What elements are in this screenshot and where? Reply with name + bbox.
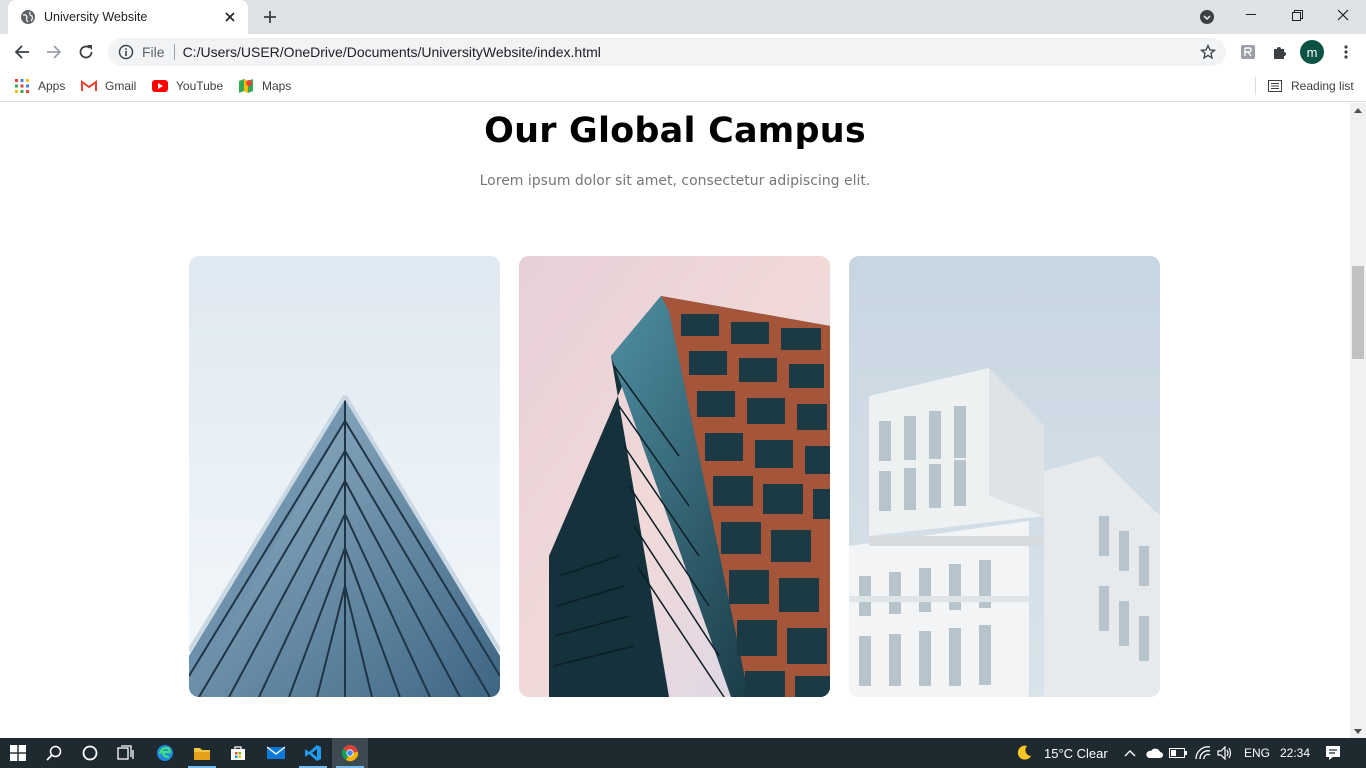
tab-title: University Website (44, 10, 148, 24)
menu-kebab-icon[interactable] (1336, 42, 1356, 62)
extension-icon[interactable] (1238, 42, 1258, 62)
weather-text[interactable]: 15°C Clear (1044, 738, 1108, 768)
chevron-up-icon[interactable] (1119, 738, 1141, 768)
wifi-icon[interactable] (1192, 738, 1214, 768)
notification-center-icon[interactable] (1322, 738, 1344, 768)
bookmark-maps[interactable]: Maps (238, 75, 291, 97)
bookmark-youtube[interactable]: YouTube (152, 75, 223, 97)
page-viewport: Our Global Campus Lorem ipsum dolor sit … (0, 103, 1350, 738)
page-title: Our Global Campus (484, 111, 866, 151)
maps-icon (238, 78, 254, 94)
language-indicator[interactable]: ENG (1244, 738, 1270, 768)
speaker-icon[interactable] (1214, 738, 1236, 768)
vscode-icon[interactable] (295, 738, 331, 768)
start-icon[interactable] (0, 738, 36, 768)
youtube-icon (152, 78, 168, 94)
edge-icon[interactable] (147, 738, 183, 768)
extensions-puzzle-icon[interactable] (1270, 42, 1290, 62)
bookmarks-bar: Apps Gmail YouTube Maps Reading list (0, 70, 1366, 102)
gmail-icon (81, 78, 97, 94)
campus-card-2 (519, 256, 830, 697)
cortana-icon[interactable] (72, 738, 108, 768)
new-tab-icon[interactable] (258, 5, 282, 29)
glass-triangle-building-image (189, 256, 500, 697)
bookmark-gmail-label: Gmail (105, 79, 137, 93)
onedrive-cloud-icon[interactable] (1143, 738, 1165, 768)
store-icon[interactable] (220, 738, 256, 768)
bookmark-maps-label: Maps (262, 79, 292, 93)
reading-list-label: Reading list (1291, 79, 1354, 93)
file-explorer-icon[interactable] (184, 738, 220, 768)
browser-toolbar: File C:/Users/USER/OneDrive/Documents/Un… (0, 34, 1366, 70)
minimize-icon[interactable] (1228, 0, 1274, 30)
clock-time[interactable]: 22:34 (1280, 738, 1310, 768)
profile-avatar[interactable]: m (1300, 40, 1324, 64)
mail-icon[interactable] (258, 738, 294, 768)
address-bar[interactable]: File C:/Users/USER/OneDrive/Documents/Un… (108, 38, 1226, 66)
reading-list-icon (1267, 78, 1283, 94)
url-scheme: File (142, 44, 165, 60)
tab-search-icon[interactable] (1196, 6, 1218, 28)
browser-tab[interactable]: University Website (8, 0, 248, 34)
campus-card-3 (849, 256, 1160, 697)
url-text[interactable]: C:/Users/USER/OneDrive/Documents/Univers… (183, 44, 1194, 60)
restore-icon[interactable] (1274, 0, 1320, 30)
search-icon[interactable] (36, 738, 72, 768)
battery-icon[interactable] (1167, 738, 1189, 768)
forward-icon[interactable] (40, 38, 68, 66)
globe-icon (20, 9, 36, 25)
bookmark-gmail[interactable]: Gmail (81, 75, 136, 97)
tab-strip: University Website (0, 0, 1366, 34)
moon-weather-icon[interactable] (1013, 738, 1035, 768)
page-subtitle: Lorem ipsum dolor sit amet, consectetur … (479, 173, 871, 189)
chrome-icon[interactable] (332, 738, 368, 768)
close-window-icon[interactable] (1320, 0, 1366, 30)
back-icon[interactable] (8, 38, 36, 66)
page-scrollbar[interactable] (1350, 103, 1366, 738)
campus-card-1 (189, 256, 500, 697)
copper-glass-tower-image (519, 256, 830, 697)
scroll-down-arrow-icon[interactable] (1350, 724, 1366, 738)
windows-taskbar: 15°C Clear ENG 22:34 (0, 738, 1366, 768)
bookmark-star-icon[interactable] (1194, 38, 1222, 66)
bookmark-youtube-label: YouTube (176, 79, 224, 93)
reading-list-button[interactable]: Reading list (1267, 75, 1354, 97)
tab-close-icon[interactable] (222, 9, 238, 25)
reload-icon[interactable] (72, 38, 100, 66)
white-modern-building-image (849, 256, 1160, 697)
bookmark-apps-label: Apps (38, 79, 66, 93)
apps-grid-icon (14, 78, 30, 94)
url-separator (173, 44, 175, 60)
scroll-thumb[interactable] (1352, 266, 1364, 360)
scroll-up-arrow-icon[interactable] (1350, 103, 1366, 117)
bookmarks-divider (1255, 77, 1256, 95)
bookmark-apps[interactable]: Apps (14, 75, 65, 97)
info-icon[interactable] (118, 44, 134, 60)
task-view-icon[interactable] (108, 738, 144, 768)
